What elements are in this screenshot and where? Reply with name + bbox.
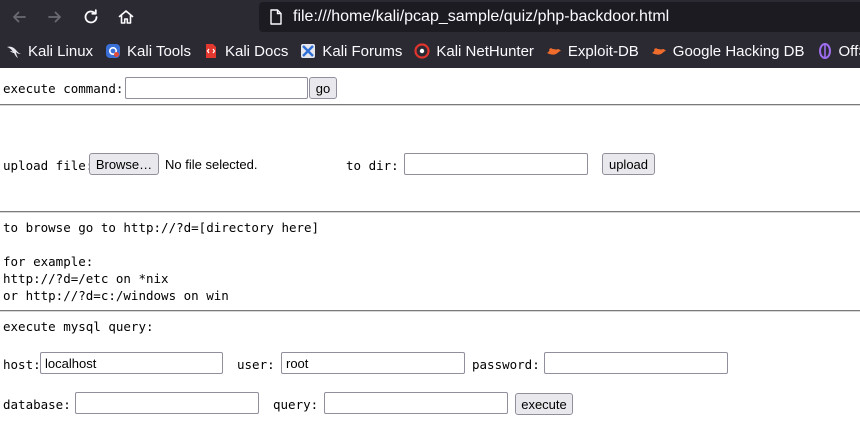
reload-icon: [84, 9, 98, 24]
query-input[interactable]: [324, 392, 508, 414]
bookmarks-bar: Kali Linux Kali Tools Kali Docs Kali For…: [0, 34, 860, 68]
execute-button[interactable]: execute: [515, 393, 573, 415]
browse-button[interactable]: Browse…: [89, 153, 159, 175]
home-button[interactable]: [111, 2, 141, 32]
command-label: execute command:: [3, 81, 124, 96]
command-input[interactable]: [125, 77, 308, 99]
go-button[interactable]: go: [309, 77, 337, 99]
bookmark-kali-tools[interactable]: Kali Tools: [99, 38, 197, 64]
ghdb-icon: [651, 48, 666, 55]
to-dir-label: to dir:: [346, 158, 399, 173]
bookmark-label: Kali NetHunter: [436, 42, 534, 60]
password-label: password:: [472, 357, 540, 372]
example-win: or http://?d=c:/windows on win: [3, 288, 229, 303]
bookmark-label: Kali Forums: [322, 42, 403, 60]
bookmark-kali-nethunter[interactable]: Kali NetHunter: [408, 38, 540, 64]
page-icon: [270, 9, 282, 25]
divider: [0, 104, 860, 106]
divider: [0, 211, 860, 213]
host-input[interactable]: [40, 352, 223, 374]
bookmark-label: Kali Docs: [224, 42, 289, 60]
back-arrow-icon: [13, 11, 26, 23]
example-nix: http://?d=/etc on *nix: [3, 271, 169, 286]
bookmark-label: Kali Tools: [127, 42, 191, 60]
browser-toolbar: file:///home/kali/pcap_sample/quiz/php-b…: [0, 0, 860, 34]
nethunter-icon: [414, 43, 430, 59]
mysql-heading: execute mysql query:: [3, 319, 154, 334]
user-label: user:: [237, 357, 275, 372]
query-label: query:: [273, 397, 319, 412]
bookmark-label: Kali Linux: [28, 42, 94, 60]
database-label: database:: [3, 397, 71, 412]
kali-forums-icon: [301, 44, 316, 58]
example-heading: for example:: [3, 254, 94, 269]
bookmark-kali-docs[interactable]: Kali Docs: [197, 38, 294, 64]
password-input[interactable]: [544, 352, 728, 374]
bookmark-kali-forums[interactable]: Kali Forums: [294, 38, 408, 64]
bookmark-exploit-db[interactable]: Exploit-DB: [540, 38, 645, 64]
page-content: execute command: go upload file: Browse……: [0, 68, 860, 437]
bookmark-google-hacking-db[interactable]: Google Hacking DB: [645, 38, 811, 64]
back-button[interactable]: [4, 2, 34, 32]
upload-button[interactable]: upload: [602, 153, 655, 175]
kali-docs-icon: [205, 44, 216, 58]
exploit-db-icon: [546, 48, 561, 55]
divider: [0, 310, 860, 312]
reload-button[interactable]: [76, 2, 106, 32]
home-icon: [118, 10, 134, 24]
url-bar[interactable]: file:///home/kali/pcap_sample/quiz/php-b…: [259, 2, 860, 32]
bookmark-offsec[interactable]: OffSec: [811, 38, 860, 64]
kali-tools-icon: [106, 44, 121, 58]
bookmark-label: OffSec: [838, 42, 860, 60]
bookmark-kali-linux[interactable]: Kali Linux: [0, 38, 99, 64]
bookmark-label: Google Hacking DB: [672, 42, 805, 60]
bookmark-label: Exploit-DB: [567, 42, 639, 60]
host-label: host:: [3, 357, 41, 372]
file-status: No file selected.: [165, 157, 258, 172]
database-input[interactable]: [75, 392, 259, 414]
kali-dragon-icon: [7, 46, 21, 58]
user-input[interactable]: [281, 352, 465, 374]
dir-input[interactable]: [404, 153, 588, 175]
url-text: file:///home/kali/pcap_sample/quiz/php-b…: [293, 8, 670, 25]
upload-label: upload file:: [3, 158, 94, 173]
offsec-icon: [818, 43, 831, 59]
browse-instructions: to browse go to http://?d=[directory her…: [3, 220, 320, 235]
forward-arrow-icon: [48, 11, 61, 23]
forward-button[interactable]: [40, 2, 70, 32]
